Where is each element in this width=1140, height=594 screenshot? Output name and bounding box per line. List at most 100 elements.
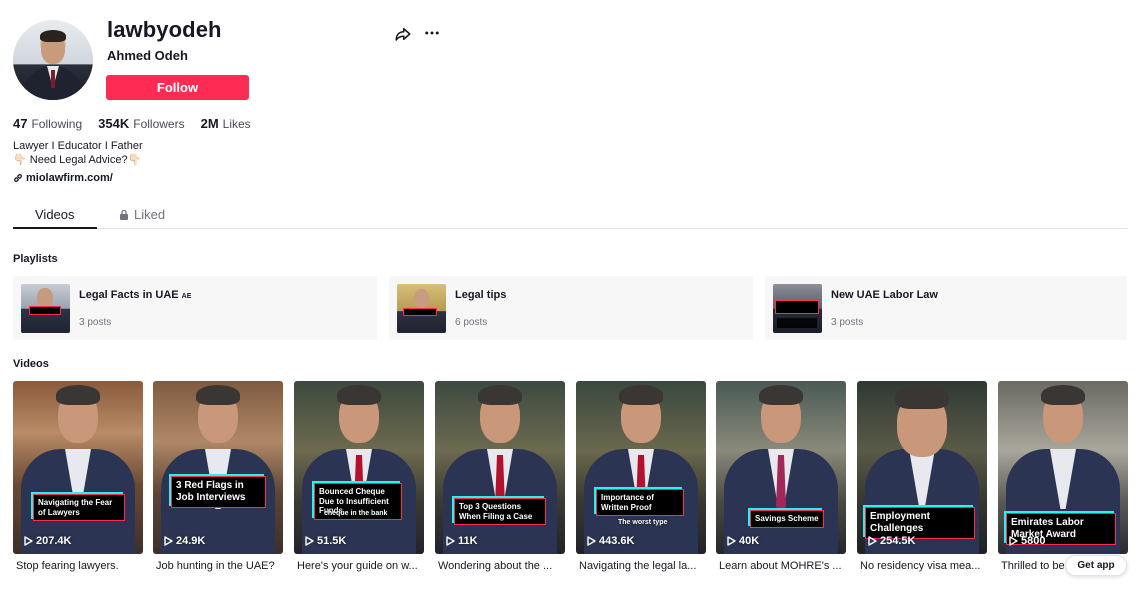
tab-liked[interactable]: Liked	[119, 207, 165, 222]
video-hair	[1041, 385, 1085, 405]
video-views: 207.4K	[24, 535, 71, 547]
videos-heading: Videos	[13, 358, 49, 370]
video-card[interactable]: Savings Scheme 40K	[716, 381, 846, 554]
avatar-tie	[51, 70, 55, 88]
video-person	[879, 383, 965, 473]
video-card[interactable]: Top 3 Questions When Filing a Case 11K	[435, 381, 565, 554]
get-app-button[interactable]: Get app	[1065, 555, 1127, 576]
playlists-heading: Playlists	[13, 253, 58, 265]
video-views-count: 254.5K	[880, 535, 916, 547]
tab-underline	[13, 227, 97, 229]
share-icon[interactable]	[394, 25, 412, 43]
play-icon	[587, 536, 596, 546]
video-caption: Top 3 Questions When Filing a Case	[454, 498, 546, 525]
playlist-count: 3 posts	[831, 317, 864, 328]
play-icon	[305, 536, 314, 546]
video-views-count: 24.9K	[176, 535, 206, 547]
video-subcaption: cheque in the bank	[324, 510, 388, 517]
play-icon	[1009, 536, 1018, 546]
playlist-thumbnail	[397, 284, 446, 333]
video-description[interactable]: Thrilled to be	[1001, 560, 1065, 572]
video-card[interactable]: Importance of Written Proof The worst ty…	[576, 381, 706, 554]
profile-tabs: Videos Liked	[13, 200, 1127, 229]
video-hair	[196, 385, 240, 405]
profile-stats: 47 Following 354K Followers 2M Likes	[13, 116, 251, 131]
video-card[interactable]: Employment Challenges 254.5K	[857, 381, 987, 554]
playlist-card[interactable]: Legal tips 6 posts	[389, 276, 753, 340]
bio-line-1: Lawyer I Educator I Father	[13, 140, 143, 152]
playlist-flag: AE	[181, 293, 192, 300]
video-person	[43, 383, 113, 459]
video-card[interactable]: Emirates Labor Market Award 5800	[998, 381, 1128, 554]
video-hair	[619, 385, 663, 405]
lock-icon	[120, 209, 128, 220]
video-views: 51.5K	[305, 535, 346, 547]
play-icon	[868, 536, 877, 546]
link-icon	[14, 174, 22, 182]
play-icon	[164, 536, 173, 546]
video-views: 24.9K	[164, 535, 205, 547]
video-card[interactable]: 3 Red Flags in Job Interviews 24.9K	[153, 381, 283, 554]
stat-following-label: Following	[31, 117, 83, 131]
video-hair	[895, 385, 949, 409]
video-person	[606, 383, 676, 459]
video-views: 11K	[446, 535, 478, 547]
video-views-count: 11K	[458, 535, 478, 547]
stat-following[interactable]: 47 Following	[13, 116, 82, 131]
video-card[interactable]: Navigating the Fear of Lawyers 207.4K	[13, 381, 143, 554]
playlist-card[interactable]: New UAE Labor Law 3 posts	[765, 276, 1127, 340]
stat-followers-value: 354K	[98, 116, 130, 131]
stat-likes-label: Likes	[222, 117, 251, 131]
play-icon	[446, 536, 455, 546]
video-caption: 3 Red Flags in Job Interviews	[171, 476, 266, 508]
profile-link[interactable]: miolawfirm.com/	[13, 172, 113, 184]
profile-username: lawbyodeh	[107, 17, 222, 42]
video-views-count: 207.4K	[36, 535, 72, 547]
video-description[interactable]: Learn about MOHRE's ...	[719, 560, 849, 572]
play-icon	[727, 536, 736, 546]
playlist-card[interactable]: Legal Facts in UAE AE 3 posts	[13, 276, 377, 340]
video-description[interactable]: Stop fearing lawyers.	[16, 560, 146, 572]
profile-link-text: miolawfirm.com/	[26, 172, 113, 184]
follow-button[interactable]: Follow	[106, 75, 249, 100]
tab-liked-label: Liked	[134, 207, 166, 222]
video-person	[465, 383, 535, 459]
stat-following-value: 47	[13, 116, 28, 131]
avatar-hair	[40, 30, 66, 42]
tab-videos[interactable]: Videos	[35, 207, 75, 222]
playlist-title: Legal Facts in UAE AE	[79, 289, 191, 301]
video-person	[324, 383, 394, 459]
video-description[interactable]: Job hunting in the UAE?	[156, 560, 286, 572]
playlist-title-text: Legal Facts in UAE	[79, 289, 179, 301]
video-card[interactable]: Bounced Cheque Due to Insufficient Funds…	[294, 381, 424, 554]
video-views-count: 5800	[1021, 535, 1046, 547]
video-caption: Importance of Written Proof	[596, 489, 684, 516]
video-person	[183, 383, 253, 459]
video-description[interactable]: Here's your guide on w...	[297, 560, 427, 572]
profile-bio: Lawyer I Educator I Father 👇🏻 Need Legal…	[13, 139, 143, 167]
video-views-count: 51.5K	[317, 535, 347, 547]
video-caption: Savings Scheme	[750, 510, 824, 528]
video-views-count: 443.6K	[599, 535, 635, 547]
stat-followers-label: Followers	[133, 117, 185, 131]
video-person	[1028, 383, 1098, 459]
playlist-title: New UAE Labor Law	[831, 289, 938, 301]
video-description[interactable]: Wondering about the ...	[438, 560, 568, 572]
video-hair	[478, 385, 522, 405]
stat-followers[interactable]: 354K Followers	[98, 116, 184, 131]
video-description[interactable]: Navigating the legal la...	[579, 560, 709, 572]
bio-line-2: 👇🏻 Need Legal Advice?👇🏻	[13, 154, 142, 166]
more-options-icon[interactable]	[423, 24, 441, 42]
profile-avatar[interactable]	[13, 20, 93, 100]
playlist-count: 6 posts	[455, 317, 488, 328]
playlist-thumbnail	[773, 284, 822, 333]
video-views: 5800	[1009, 535, 1045, 547]
video-subcaption: The worst type	[618, 519, 668, 526]
stat-likes-value: 2M	[200, 116, 219, 131]
video-views-count: 40K	[739, 535, 760, 547]
video-hair	[759, 385, 803, 405]
video-description[interactable]: No residency visa mea...	[860, 560, 990, 572]
playlist-count: 3 posts	[79, 317, 112, 328]
playlist-thumbnail	[21, 284, 70, 333]
playlist-title: Legal tips	[455, 289, 507, 301]
